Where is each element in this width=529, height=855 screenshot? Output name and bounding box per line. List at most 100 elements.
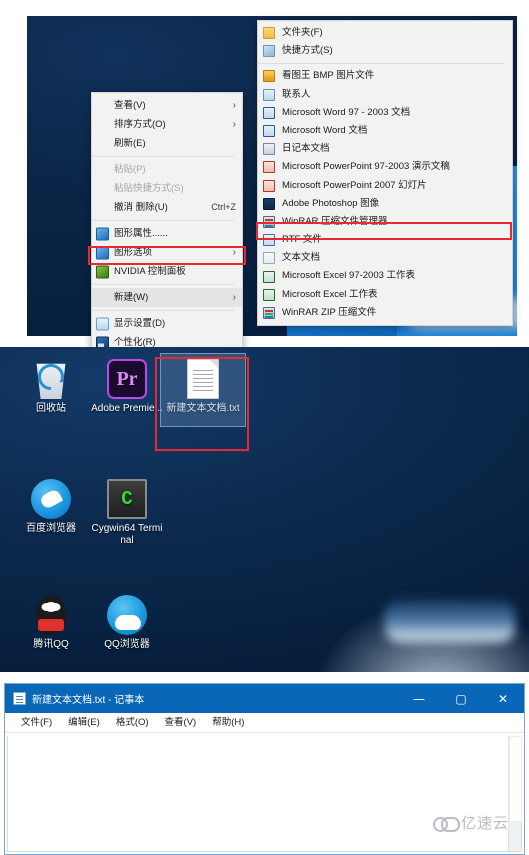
- submenu-item-ppt97[interactable]: Microsoft PowerPoint 97-2003 演示文稿: [258, 158, 512, 176]
- text-file-icon: [187, 359, 219, 399]
- notepad-title-bar[interactable]: 新建文本文档.txt - 记事本 — ▢ ✕: [5, 684, 524, 713]
- desktop-icon-baidu-browser[interactable]: 百度浏览器: [14, 479, 88, 535]
- tencent-qq-icon: [36, 595, 66, 635]
- menu-separator: [92, 310, 234, 311]
- desktop-icon-new-text-document[interactable]: 新建文本文档.txt: [160, 353, 246, 427]
- icon-label: Adobe Premie...: [91, 403, 163, 414]
- word-document-icon: [263, 106, 275, 119]
- shortcut-icon: [263, 45, 275, 58]
- menu-label: 图形选项: [114, 247, 153, 258]
- submenu-item-folder[interactable]: 文件夹(F): [258, 24, 512, 42]
- chevron-right-icon: ›: [232, 292, 236, 303]
- context-menu-item-display-settings[interactable]: 显示设置(D): [92, 314, 242, 333]
- photoshop-icon: [263, 197, 275, 210]
- menu-label: Microsoft Word 文档: [282, 124, 368, 136]
- menu-label: 联系人: [282, 88, 311, 100]
- submenu-item-journal[interactable]: 日记本文档: [258, 140, 512, 158]
- minimize-button[interactable]: —: [398, 684, 440, 713]
- context-menu-item-undo-delete[interactable]: 撤消 删除(U) Ctrl+Z: [92, 198, 242, 217]
- chevron-right-icon: ›: [232, 247, 236, 258]
- panel-notepad-screenshot: 新建文本文档.txt - 记事本 — ▢ ✕ 文件(F) 编辑(E) 格式(O)…: [4, 683, 525, 855]
- context-menu-item-sortby[interactable]: 排序方式(O) ›: [92, 115, 242, 134]
- scrollbar-thumb[interactable]: [509, 736, 522, 822]
- display-settings-icon: [96, 317, 109, 330]
- journal-document-icon: [263, 143, 275, 156]
- submenu-item-word[interactable]: Microsoft Word 文档: [258, 122, 512, 140]
- vertical-scrollbar[interactable]: ▲: [508, 736, 522, 851]
- menu-separator: [92, 284, 234, 285]
- menu-help[interactable]: 帮助(H): [204, 713, 252, 733]
- desktop-icon-tencent-qq[interactable]: 腾讯QQ: [14, 595, 88, 651]
- menu-label: Microsoft PowerPoint 2007 幻灯片: [282, 179, 427, 191]
- menu-label: 撤消 删除(U): [114, 202, 168, 213]
- submenu-item-excel97[interactable]: Microsoft Excel 97-2003 工作表: [258, 267, 512, 285]
- menu-edit[interactable]: 编辑(E): [60, 713, 108, 733]
- menu-separator: [92, 220, 234, 221]
- desktop-context-menu[interactable]: 查看(V) › 排序方式(O) › 刷新(E) 粘贴(P) 粘贴快捷方式(S) …: [91, 92, 243, 356]
- submenu-item-rtf[interactable]: RTF 文件: [258, 231, 512, 249]
- submenu-item-bmp[interactable]: 看图王 BMP 图片文件: [258, 67, 512, 85]
- menu-label: Microsoft Excel 97-2003 工作表: [282, 270, 416, 282]
- submenu-item-winrar-zip[interactable]: WinRAR ZIP 压缩文件: [258, 304, 512, 322]
- submenu-item-excel[interactable]: Microsoft Excel 工作表: [258, 286, 512, 304]
- context-menu-item-graphics-options[interactable]: 图形选项 ›: [92, 243, 242, 262]
- cloud-logo-icon: [432, 815, 460, 832]
- text-file-icon: [263, 252, 275, 265]
- contact-icon: [263, 88, 275, 101]
- context-menu-item-view[interactable]: 查看(V) ›: [92, 96, 242, 115]
- menu-label: Microsoft Word 97 - 2003 文档: [282, 106, 411, 118]
- winrar-icon: [263, 215, 275, 228]
- notepad-menu-bar: 文件(F) 编辑(E) 格式(O) 查看(V) 帮助(H): [5, 713, 524, 733]
- menu-separator: [258, 63, 504, 65]
- menu-label: WinRAR 压缩文件管理器: [282, 215, 388, 227]
- icon-label: 回收站: [36, 403, 66, 414]
- close-button[interactable]: ✕: [482, 684, 524, 713]
- menu-file[interactable]: 文件(F): [13, 713, 60, 733]
- cygwin-terminal-icon: [107, 479, 147, 519]
- desktop-icon-recycle-bin[interactable]: 回收站: [14, 359, 88, 415]
- powerpoint-icon: [263, 161, 275, 174]
- window-controls: — ▢ ✕: [398, 684, 524, 713]
- chevron-right-icon: ›: [232, 100, 236, 111]
- submenu-item-winrar[interactable]: WinRAR 压缩文件管理器: [258, 213, 512, 231]
- context-menu-item-nvidia-control-panel[interactable]: NVIDIA 控制面板: [92, 262, 242, 281]
- excel-icon: [263, 288, 275, 301]
- icon-label: QQ浏览器: [104, 639, 150, 650]
- menu-label: 看图王 BMP 图片文件: [282, 70, 375, 82]
- menu-format[interactable]: 格式(O): [108, 713, 157, 733]
- maximize-button[interactable]: ▢: [440, 684, 482, 713]
- folder-icon: [263, 27, 275, 40]
- menu-label: 快捷方式(S): [282, 45, 333, 57]
- submenu-item-word97[interactable]: Microsoft Word 97 - 2003 文档: [258, 104, 512, 122]
- excel-icon: [263, 270, 275, 283]
- submenu-item-text-document[interactable]: 文本文档: [258, 249, 512, 267]
- submenu-item-contact[interactable]: 联系人: [258, 86, 512, 104]
- desktop-icon-cygwin64-terminal[interactable]: Cygwin64 Terminal: [90, 479, 164, 547]
- recycle-bin-icon: [36, 363, 66, 399]
- new-item-submenu[interactable]: 文件夹(F) 快捷方式(S) 看图王 BMP 图片文件 联系人 Microsof…: [257, 20, 513, 326]
- context-menu-item-new[interactable]: 新建(W) ›: [92, 288, 242, 307]
- word-document-icon: [263, 125, 275, 138]
- notepad-text-area[interactable]: ▲ 亿速云: [7, 736, 522, 852]
- notepad-app-icon: [13, 692, 26, 705]
- menu-label: 文本文档: [282, 252, 321, 264]
- desktop-icon-qq-browser[interactable]: QQ浏览器: [90, 595, 164, 651]
- rtf-file-icon: [263, 234, 275, 247]
- menu-view[interactable]: 查看(V): [157, 713, 205, 733]
- menu-label: 刷新(E): [114, 138, 146, 149]
- menu-label: 日记本文档: [282, 143, 330, 155]
- icon-label: 百度浏览器: [26, 523, 76, 534]
- winrar-zip-icon: [263, 306, 275, 319]
- context-menu-item-refresh[interactable]: 刷新(E): [92, 134, 242, 153]
- graphics-properties-icon: [96, 227, 109, 240]
- graphics-options-icon: [96, 246, 109, 259]
- submenu-item-ppt2007[interactable]: Microsoft PowerPoint 2007 幻灯片: [258, 177, 512, 195]
- submenu-item-shortcut[interactable]: 快捷方式(S): [258, 42, 512, 60]
- context-menu-item-graphics-properties[interactable]: 图形属性......: [92, 224, 242, 243]
- submenu-item-photoshop[interactable]: Adobe Photoshop 图像: [258, 195, 512, 213]
- desktop-icon-adobe-premiere[interactable]: Pr Adobe Premie...: [90, 359, 164, 415]
- censored-blur-region: [385, 600, 515, 642]
- icon-label: 腾讯QQ: [33, 639, 69, 650]
- menu-label: 粘贴(P): [114, 164, 146, 175]
- menu-label: 粘贴快捷方式(S): [114, 183, 184, 194]
